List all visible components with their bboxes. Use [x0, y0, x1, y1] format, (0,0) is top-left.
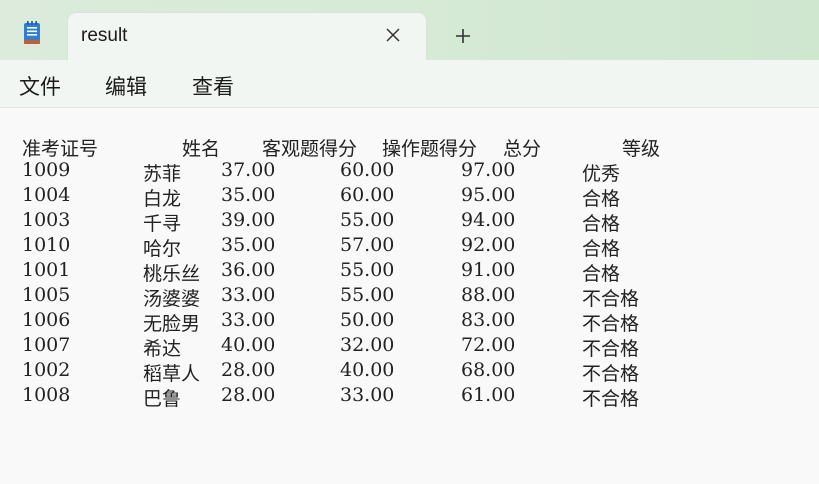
- row-name: 白龙: [143, 188, 182, 210]
- row-practical: 55.00: [340, 209, 395, 231]
- row-name: 苏菲: [143, 163, 182, 185]
- row-objective: 28.00: [221, 359, 276, 381]
- row-total: 68.00: [461, 359, 516, 381]
- row-objective: 40.00: [221, 334, 276, 356]
- row-objective: 33.00: [221, 309, 276, 331]
- row-id: 1003: [22, 209, 71, 231]
- row-grade: 优秀: [582, 163, 621, 185]
- tab-result[interactable]: result: [68, 13, 426, 60]
- row-total: 97.00: [461, 159, 516, 181]
- row-total: 91.00: [461, 259, 516, 281]
- close-icon[interactable]: [382, 24, 404, 46]
- row-total: 92.00: [461, 234, 516, 256]
- row-objective: 36.00: [221, 259, 276, 281]
- row-grade: 合格: [582, 213, 621, 235]
- row-name: 哈尔: [143, 238, 182, 260]
- row-id: 1002: [22, 359, 71, 381]
- row-id: 1005: [22, 284, 71, 306]
- row-name: 稻草人: [143, 363, 201, 385]
- new-tab-button[interactable]: [452, 25, 474, 47]
- header-name: 姓名: [182, 138, 221, 160]
- row-objective: 28.00: [221, 384, 276, 406]
- row-objective: 35.00: [221, 234, 276, 256]
- row-practical: 32.00: [340, 334, 395, 356]
- row-grade: 不合格: [582, 338, 640, 360]
- row-practical: 60.00: [340, 159, 395, 181]
- row-objective: 35.00: [221, 184, 276, 206]
- row-name: 巴鲁: [143, 388, 182, 410]
- row-grade: 不合格: [582, 313, 640, 335]
- row-objective: 39.00: [221, 209, 276, 231]
- row-name: 千寻: [143, 213, 182, 235]
- row-grade: 不合格: [582, 288, 640, 310]
- header-total: 总分: [503, 138, 542, 160]
- row-practical: 40.00: [340, 359, 395, 381]
- row-objective: 37.00: [221, 159, 276, 181]
- row-total: 72.00: [461, 334, 516, 356]
- row-id: 1008: [22, 384, 71, 406]
- row-practical: 57.00: [340, 234, 395, 256]
- row-practical: 50.00: [340, 309, 395, 331]
- row-practical: 60.00: [340, 184, 395, 206]
- menu-file[interactable]: 文件: [19, 71, 61, 101]
- row-name: 汤婆婆: [143, 288, 201, 310]
- row-id: 1010: [22, 234, 71, 256]
- menu-edit[interactable]: 编辑: [105, 71, 147, 101]
- row-grade: 合格: [582, 238, 621, 260]
- text-editor-area[interactable]: 准考证号 姓名 客观题得分 操作题得分 总分 等级 1009 苏菲 37.00 60.00 97.0…: [0, 108, 819, 484]
- header-practical: 操作题得分: [382, 138, 478, 160]
- row-practical: 55.00: [340, 259, 395, 281]
- notepad-icon: [22, 20, 42, 46]
- row-name: 希达: [143, 338, 182, 360]
- row-id: 1007: [22, 334, 71, 356]
- title-bar: result: [0, 0, 819, 60]
- row-total: 88.00: [461, 284, 516, 306]
- row-total: 61.00: [461, 384, 516, 406]
- row-practical: 33.00: [340, 384, 395, 406]
- row-total: 94.00: [461, 209, 516, 231]
- header-id: 准考证号: [22, 138, 99, 160]
- tab-title: result: [81, 25, 128, 46]
- row-name: 无脸男: [143, 313, 201, 335]
- row-grade: 合格: [582, 188, 621, 210]
- row-grade: 不合格: [582, 363, 640, 385]
- header-grade: 等级: [622, 138, 661, 160]
- row-grade: 不合格: [582, 388, 640, 410]
- row-total: 83.00: [461, 309, 516, 331]
- row-grade: 合格: [582, 263, 621, 285]
- row-id: 1004: [22, 184, 71, 206]
- row-id: 1009: [22, 159, 71, 181]
- row-objective: 33.00: [221, 284, 276, 306]
- menu-view[interactable]: 查看: [192, 71, 234, 101]
- row-id: 1006: [22, 309, 71, 331]
- row-name: 桃乐丝: [143, 263, 201, 285]
- header-objective: 客观题得分: [262, 138, 358, 160]
- row-total: 95.00: [461, 184, 516, 206]
- row-id: 1001: [22, 259, 71, 281]
- menu-bar: 文件 编辑 查看: [0, 60, 819, 108]
- row-practical: 55.00: [340, 284, 395, 306]
